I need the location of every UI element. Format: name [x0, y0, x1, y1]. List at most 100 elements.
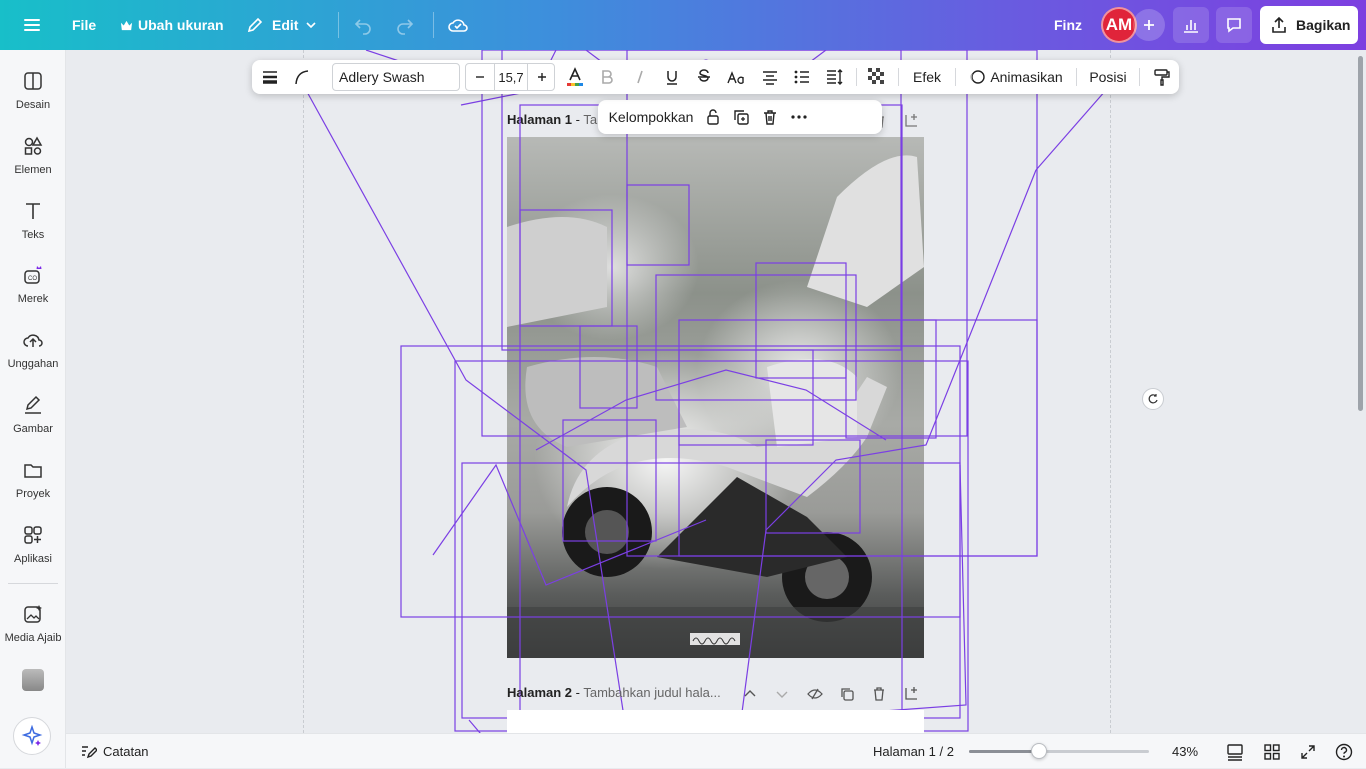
underline-button[interactable]: [661, 60, 683, 94]
sidebar-item-apps[interactable]: Aplikasi: [0, 524, 66, 584]
list-button[interactable]: [791, 60, 813, 94]
sidebar-item-magic-media[interactable]: Media Ajaib: [0, 603, 66, 663]
chevron-down-icon: [306, 22, 317, 29]
zoom-slider-handle[interactable]: [1031, 743, 1048, 759]
share-button[interactable]: Bagikan: [1260, 6, 1358, 44]
text-icon: [26, 203, 40, 219]
page-2-canvas[interactable]: [507, 710, 924, 733]
divider: [433, 12, 434, 38]
save-status-button[interactable]: [447, 0, 469, 50]
letter-case-icon: [727, 71, 744, 84]
sidebar-item-projects[interactable]: Proyek: [0, 459, 66, 519]
sidebar-item-draw[interactable]: Gambar: [0, 394, 66, 454]
line-weight-button[interactable]: [258, 60, 282, 94]
rotate-icon: [1148, 394, 1158, 404]
magic-assistant-button[interactable]: [13, 717, 51, 755]
delete-button[interactable]: [757, 100, 783, 134]
transparency-button[interactable]: [865, 60, 889, 94]
insights-button[interactable]: [1173, 7, 1209, 43]
chevron-down-icon[interactable]: [774, 686, 790, 702]
menu-button[interactable]: [22, 0, 42, 50]
letter-case-button[interactable]: [724, 60, 750, 94]
page-view-button[interactable]: [1226, 734, 1244, 769]
comment-icon: [1227, 18, 1241, 33]
sidebar-item-elements[interactable]: Elemen: [0, 135, 66, 195]
group-button[interactable]: Kelompokkan: [608, 100, 694, 134]
italic-button[interactable]: [629, 60, 651, 94]
magic-media-icon: [24, 605, 42, 623]
edit-label: Edit: [272, 17, 299, 33]
page-indicator[interactable]: Halaman 1 / 2: [873, 734, 954, 769]
sidebar-item-label: Unggahan: [7, 358, 59, 370]
sidebar-item-uploads[interactable]: Unggahan: [0, 329, 66, 389]
transparency-icon: [868, 68, 884, 84]
avatar[interactable]: AM: [1101, 7, 1137, 43]
redo-button[interactable]: [395, 0, 415, 50]
spacing-button[interactable]: [823, 60, 847, 94]
vertical-scrollbar[interactable]: [1356, 50, 1366, 733]
divider: [898, 68, 899, 86]
underline-icon: [667, 71, 677, 85]
strikethrough-button[interactable]: [693, 60, 715, 94]
selection-menu: Kelompokkan: [598, 100, 882, 134]
bold-button[interactable]: [596, 60, 618, 94]
divider: [856, 68, 857, 86]
resize-button[interactable]: Ubah ukuran: [120, 0, 224, 50]
delete-page-icon[interactable]: [871, 686, 887, 702]
hide-page-icon[interactable]: [807, 686, 823, 702]
sidebar-item-brand[interactable]: CO Merek: [0, 264, 66, 324]
align-center-icon: [763, 71, 777, 85]
divider: [338, 12, 339, 38]
layout-icon: [24, 72, 42, 90]
recent-app-thumbnail[interactable]: [22, 669, 44, 691]
unlock-button[interactable]: [700, 100, 726, 134]
rotate-handle[interactable]: [1142, 388, 1164, 410]
selection-outlines: [305, 50, 1107, 733]
font-size-control: 15,7: [465, 63, 555, 91]
sidebar-item-text[interactable]: Teks: [0, 200, 66, 260]
add-page-icon[interactable]: [903, 685, 919, 701]
duplicate-page-icon[interactable]: [839, 686, 855, 702]
scrollbar-thumb[interactable]: [1358, 56, 1363, 411]
comments-button[interactable]: [1216, 7, 1252, 43]
share-label: Bagikan: [1296, 17, 1351, 33]
fullscreen-button[interactable]: [1300, 734, 1316, 769]
divider: [1139, 68, 1140, 86]
curve-icon: [295, 70, 309, 85]
edit-menu[interactable]: Edit: [246, 0, 318, 50]
decrease-size-button[interactable]: [466, 64, 494, 90]
notes-icon: [82, 746, 97, 759]
text-color-button[interactable]: [564, 60, 586, 94]
align-center-button[interactable]: [759, 60, 781, 94]
page-2-title[interactable]: Halaman 2 - Tambahkan judul hala...: [507, 685, 721, 700]
text-color-icon: [567, 67, 583, 86]
minus-icon: [476, 76, 484, 78]
duplicate-button[interactable]: [728, 100, 754, 134]
grid-view-button[interactable]: [1264, 734, 1280, 769]
position-button[interactable]: Posisi: [1086, 60, 1130, 94]
font-size-input[interactable]: 15,7: [494, 64, 528, 90]
file-menu[interactable]: File: [72, 0, 96, 50]
more-options-button[interactable]: [786, 100, 812, 134]
hamburger-icon: [24, 19, 40, 31]
sidebar-item-label: Elemen: [14, 164, 52, 176]
text-format-toolbar: Adlery Swash 15,7 Efek Animasikan Posisi: [252, 60, 1179, 94]
notes-button[interactable]: Catatan: [80, 734, 149, 769]
sidebar-item-label: Merek: [17, 293, 49, 305]
zoom-slider[interactable]: [969, 743, 1149, 759]
zoom-level[interactable]: 43%: [1172, 734, 1198, 769]
increase-size-button[interactable]: [528, 64, 556, 90]
sidebar-item-label: Proyek: [15, 488, 51, 500]
font-family-select[interactable]: Adlery Swash: [332, 63, 460, 91]
effects-button[interactable]: Efek: [908, 60, 946, 94]
animate-button[interactable]: Animasikan: [968, 60, 1064, 94]
user-name: Finz: [1054, 17, 1082, 33]
copy-style-button[interactable]: [1150, 60, 1174, 94]
curve-text-button[interactable]: [290, 60, 314, 94]
undo-button[interactable]: [353, 0, 373, 50]
sidebar-item-design[interactable]: Desain: [0, 70, 66, 130]
editor-canvas[interactable]: Halaman 1 - Tam Halaman 2 - Tambahkan ju…: [66, 50, 1356, 733]
chevron-up-icon[interactable]: [742, 686, 758, 702]
add-collaborator-button[interactable]: [1133, 9, 1165, 41]
help-button[interactable]: [1335, 734, 1353, 769]
